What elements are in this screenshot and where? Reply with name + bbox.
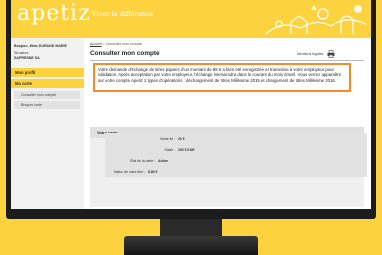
- exchange-confirmation-notice: Votre demande d'échange de titres papier…: [93, 63, 351, 92]
- apetiz-logo[interactable]: apetiz: [17, 1, 91, 26]
- print-icon[interactable]: [327, 50, 335, 58]
- legal-link[interactable]: Mentions légales: [297, 52, 323, 56]
- card-label-3: État de la carte :: [130, 159, 155, 163]
- org-name: SAPRESNE SA: [14, 56, 40, 60]
- monitor-frame: apetiz Vivez la différence Bonjour, Mme …: [6, 0, 376, 219]
- breadcrumb-current: Consulter mon compte: [105, 42, 142, 46]
- sidebar: Bonjour, Mme DURAND MARIE Structure SAPR…: [11, 38, 84, 209]
- card-value-1: 20 €: [178, 137, 185, 141]
- tagline: Vivez la différence: [92, 10, 154, 18]
- card-value-2: 200 € EUR: [178, 148, 195, 152]
- card-details-box: Solde lié : 20 € Solde : 200 € EUR État …: [105, 133, 367, 177]
- user-greeting: Bonjour, Mme DURAND MARIE: [14, 44, 67, 48]
- card-label-2: Solde :: [164, 148, 175, 152]
- title-divider: [90, 60, 364, 61]
- org-label: Structure: [14, 51, 29, 55]
- screen: apetiz Vivez la différence Bonjour, Mme …: [11, 0, 371, 209]
- card-value-4: 8,80 €: [148, 170, 158, 174]
- monitor-stand: [124, 236, 258, 255]
- card-label-4: Valeur de votre titre :: [113, 170, 145, 174]
- breadcrumb: Accueil > Consulter mon compte: [90, 42, 142, 46]
- sidebar-subitem-consulter-compte[interactable]: Consulter mon compte: [14, 91, 80, 99]
- breadcrumb-home-link[interactable]: Accueil: [90, 42, 102, 46]
- sidebar-item-mon-profil[interactable]: Mon profil: [11, 68, 84, 77]
- monitor-neck: [160, 219, 222, 237]
- card-value-3: Active: [158, 159, 169, 163]
- card-label-1: Solde lié :: [160, 137, 175, 141]
- sidebar-subitem-bloquer-carte[interactable]: Bloquer carte: [14, 101, 80, 109]
- page-title: Consulter mon compte: [90, 50, 160, 57]
- sidebar-item-ma-carte[interactable]: Ma carte: [11, 79, 84, 88]
- decorative-illustration-icon: [265, 5, 367, 35]
- site-header: apetiz Vivez la différence: [11, 0, 371, 38]
